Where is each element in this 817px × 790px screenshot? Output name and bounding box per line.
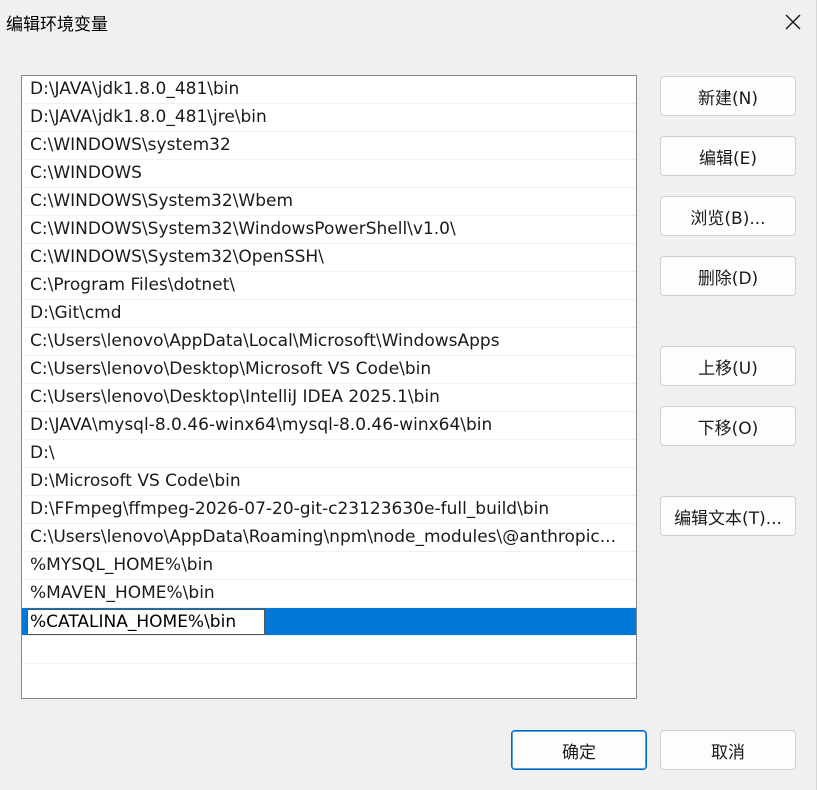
close-button[interactable] — [775, 4, 811, 40]
browse-button[interactable]: 浏览(B)... — [660, 196, 796, 236]
ok-button[interactable]: 确定 — [511, 730, 647, 770]
path-list-item[interactable]: C:\WINDOWS\system32 — [22, 132, 636, 160]
path-list[interactable]: D:\JAVA\jdk1.8.0_481\bin D:\JAVA\jdk1.8.… — [21, 75, 637, 699]
cancel-button[interactable]: 取消 — [660, 730, 796, 770]
move-up-button[interactable]: 上移(U) — [660, 346, 796, 386]
path-list-item[interactable]: D:\Microsoft VS Code\bin — [22, 468, 636, 496]
path-list-item[interactable]: %MYSQL_HOME%\bin — [22, 552, 636, 580]
move-down-button[interactable]: 下移(O) — [660, 406, 796, 446]
path-edit-input[interactable]: %CATALINA_HOME%\bin — [27, 609, 265, 635]
path-list-item-empty[interactable] — [22, 636, 636, 664]
path-list-item[interactable]: C:\WINDOWS\System32\Wbem — [22, 188, 636, 216]
new-button[interactable]: 新建(N) — [660, 76, 796, 116]
edit-text-button[interactable]: 编辑文本(T)... — [660, 496, 796, 536]
path-list-item[interactable]: C:\WINDOWS\System32\OpenSSH\ — [22, 244, 636, 272]
edit-environment-variable-dialog: 编辑环境变量 D:\JAVA\jdk1.8.0_481\bin D:\JAVA\… — [0, 0, 817, 790]
delete-button[interactable]: 删除(D) — [660, 256, 796, 296]
path-list-item[interactable]: D:\FFmpeg\ffmpeg-2026-07-20-git-c2312363… — [22, 496, 636, 524]
path-list-item[interactable]: C:\WINDOWS\System32\WindowsPowerShell\v1… — [22, 216, 636, 244]
path-list-item[interactable]: D:\JAVA\jdk1.8.0_481\bin — [22, 76, 636, 104]
path-list-item[interactable]: C:\Users\lenovo\AppData\Local\Microsoft\… — [22, 328, 636, 356]
path-list-item[interactable]: D:\ — [22, 440, 636, 468]
title-bar: 编辑环境变量 — [0, 0, 817, 45]
path-list-item[interactable]: C:\Users\lenovo\Desktop\Microsoft VS Cod… — [22, 356, 636, 384]
path-list-item[interactable]: D:\Git\cmd — [22, 300, 636, 328]
path-list-item[interactable]: C:\WINDOWS — [22, 160, 636, 188]
path-list-item[interactable]: %MAVEN_HOME%\bin — [22, 580, 636, 608]
close-icon — [785, 14, 801, 30]
path-list-item[interactable]: C:\Users\lenovo\Desktop\IntelliJ IDEA 20… — [22, 384, 636, 412]
path-list-item[interactable]: D:\JAVA\mysql-8.0.46-winx64\mysql-8.0.46… — [22, 412, 636, 440]
path-list-item-selected[interactable]: %CATALINA_HOME%\bin — [22, 608, 636, 636]
path-list-item[interactable]: D:\JAVA\jdk1.8.0_481\jre\bin — [22, 104, 636, 132]
edit-button[interactable]: 编辑(E) — [660, 136, 796, 176]
path-list-item[interactable]: C:\Users\lenovo\AppData\Roaming\npm\node… — [22, 524, 636, 552]
path-list-item[interactable]: C:\Program Files\dotnet\ — [22, 272, 636, 300]
window-title: 编辑环境变量 — [6, 15, 108, 35]
